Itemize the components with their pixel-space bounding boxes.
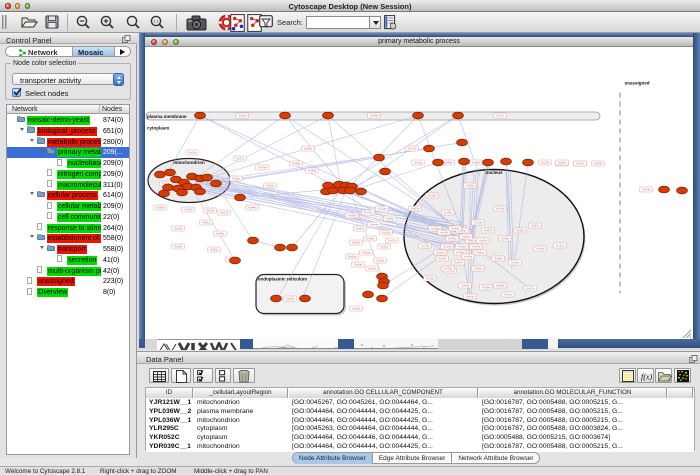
svg-text:endoplasmic reticulum: endoplasmic reticulum (258, 276, 307, 281)
svg-text:Ybr03w: Ybr03w (238, 113, 247, 117)
svg-text:Ybr54w: Ybr54w (354, 262, 363, 266)
svg-text:Ybr10w: Ybr10w (378, 206, 387, 210)
svg-text:Ybr00w: Ybr00w (188, 150, 197, 154)
svg-text:Ybr30w: Ybr30w (438, 256, 447, 260)
svg-text:Ybr80w: Ybr80w (386, 216, 395, 220)
svg-text:cytoplasm: cytoplasm (147, 125, 169, 130)
svg-text:Ybr48w: Ybr48w (292, 161, 301, 165)
svg-text:Ybr87w: Ybr87w (484, 228, 493, 232)
svg-text:Ybr90w: Ybr90w (496, 283, 505, 287)
svg-text:Ybr09w: Ybr09w (436, 250, 445, 254)
svg-text:Ybr28w: Ybr28w (428, 193, 437, 197)
svg-text:Ybr91w: Ybr91w (368, 266, 377, 270)
svg-text:Ybr12w: Ybr12w (414, 160, 423, 164)
svg-text:Ybr25w: Ybr25w (352, 306, 361, 310)
svg-text:Ybr75w: Ybr75w (444, 266, 453, 270)
svg-text:Ybr18w: Ybr18w (174, 226, 183, 230)
svg-text:Ybr93w: Ybr93w (472, 244, 481, 248)
svg-text:Ybr49w: Ybr49w (444, 160, 453, 164)
svg-text:Ybr94w: Ybr94w (536, 246, 545, 250)
svg-text:Ybr38w: Ybr38w (482, 285, 491, 289)
svg-text:Ybr07w: Ybr07w (220, 210, 229, 214)
svg-text:Ybr82w: Ybr82w (462, 234, 471, 238)
svg-text:Ybr97w: Ybr97w (576, 161, 585, 165)
svg-text:Ybr22w: Ybr22w (266, 183, 275, 187)
svg-text:Ybr95w: Ybr95w (366, 236, 375, 240)
svg-text:Ybr59w: Ybr59w (308, 168, 317, 172)
svg-text:Ybr06w: Ybr06w (362, 250, 371, 254)
svg-text:Ybr84w: Ybr84w (370, 222, 379, 226)
svg-text:Ybr83w: Ybr83w (476, 250, 485, 254)
svg-text:Ybr34w: Ybr34w (594, 161, 603, 165)
svg-text:Ybr04w: Ybr04w (464, 254, 473, 258)
svg-text:Ybr37w: Ybr37w (236, 156, 245, 160)
svg-text:Ybr41w: Ybr41w (479, 238, 488, 242)
svg-text:Ybr29w: Ybr29w (174, 244, 183, 248)
svg-text:plasma membrane: plasma membrane (147, 113, 187, 118)
svg-text:Ybr21w: Ybr21w (382, 230, 391, 234)
svg-text:nucleus: nucleus (485, 170, 503, 175)
svg-text:Ybr39w: Ybr39w (444, 210, 453, 214)
svg-text:Ybr19w: Ybr19w (443, 244, 452, 248)
svg-text:f(x): f(x) (641, 372, 652, 381)
svg-text:Ybr65w: Ybr65w (466, 183, 475, 187)
svg-text:Ybr81w: Ybr81w (202, 220, 211, 224)
svg-text:Ybr42w: Ybr42w (474, 266, 483, 270)
svg-text:Ybr69w: Ybr69w (348, 254, 357, 258)
svg-text:Ybr27w: Ybr27w (526, 286, 535, 290)
svg-text:Ybr62w: Ybr62w (286, 296, 295, 300)
svg-text:Ybr68w: Ybr68w (494, 256, 503, 260)
svg-text:Ybr14w: Ybr14w (642, 187, 651, 191)
svg-text:Ybr85w: Ybr85w (304, 146, 313, 150)
svg-text:Ybr05w: Ybr05w (511, 260, 520, 264)
svg-text:Ybr76w: Ybr76w (496, 206, 505, 210)
svg-text:Ybr36w: Ybr36w (348, 213, 357, 217)
svg-text:unassigned: unassigned (624, 80, 649, 85)
svg-text:Ybr11w: Ybr11w (232, 176, 241, 180)
svg-text:Ybr98w: Ybr98w (501, 236, 510, 240)
svg-text:Ybr70w: Ybr70w (206, 208, 215, 212)
svg-text:Ybr43w: Ybr43w (376, 258, 385, 262)
svg-text:Ybr45w: Ybr45w (451, 226, 460, 230)
svg-text:Ybr16w: Ybr16w (426, 276, 435, 280)
svg-text:Ybr13w: Ybr13w (474, 220, 483, 224)
svg-text:Ybr24w: Ybr24w (448, 236, 457, 240)
svg-text:Ybr67w: Ybr67w (454, 260, 463, 264)
svg-text:Ybr74w: Ybr74w (258, 165, 267, 169)
svg-text:Ybr40w: Ybr40w (370, 113, 379, 117)
svg-text:Ybr86w: Ybr86w (472, 160, 481, 164)
svg-text:Ybr71w: Ybr71w (408, 146, 417, 150)
svg-text:Ybr23w: Ybr23w (541, 160, 550, 164)
svg-text:Ybr55w: Ybr55w (216, 231, 225, 235)
svg-text:Ybr17w: Ybr17w (388, 238, 397, 242)
svg-text:Ybr72w: Ybr72w (421, 243, 430, 247)
svg-text:Ybr33w: Ybr33w (184, 207, 193, 211)
svg-text:Ybr64w: Ybr64w (466, 294, 475, 298)
svg-text:Ybr57w: Ybr57w (531, 223, 540, 227)
svg-text:Ybr44w: Ybr44w (248, 205, 257, 209)
svg-text:Ybr53w: Ybr53w (461, 283, 470, 287)
svg-text:Ybr20w: Ybr20w (516, 228, 525, 232)
svg-text:Ybr77w: Ybr77w (496, 113, 505, 117)
svg-text:Ybr73w: Ybr73w (364, 210, 373, 214)
svg-text:Ybr96w: Ybr96w (156, 205, 165, 209)
svg-text:mitochondrion: mitochondrion (173, 160, 205, 165)
svg-text:Ybr08w: Ybr08w (440, 230, 449, 234)
svg-text:Ybr56w: Ybr56w (458, 244, 467, 248)
svg-text:Ybr92w: Ybr92w (210, 247, 219, 251)
svg-text:Ybr31w: Ybr31w (556, 243, 565, 247)
svg-text:Ybr01w: Ybr01w (504, 292, 513, 296)
svg-text:Ybr60w: Ybr60w (558, 160, 567, 164)
svg-text:Ybr02w: Ybr02w (411, 206, 420, 210)
svg-text:Ybr32w: Ybr32w (380, 244, 389, 248)
svg-text:Ybr47w: Ybr47w (356, 226, 365, 230)
svg-text:1:1: 1:1 (153, 19, 159, 24)
svg-text:Ybr58w: Ybr58w (352, 240, 361, 244)
